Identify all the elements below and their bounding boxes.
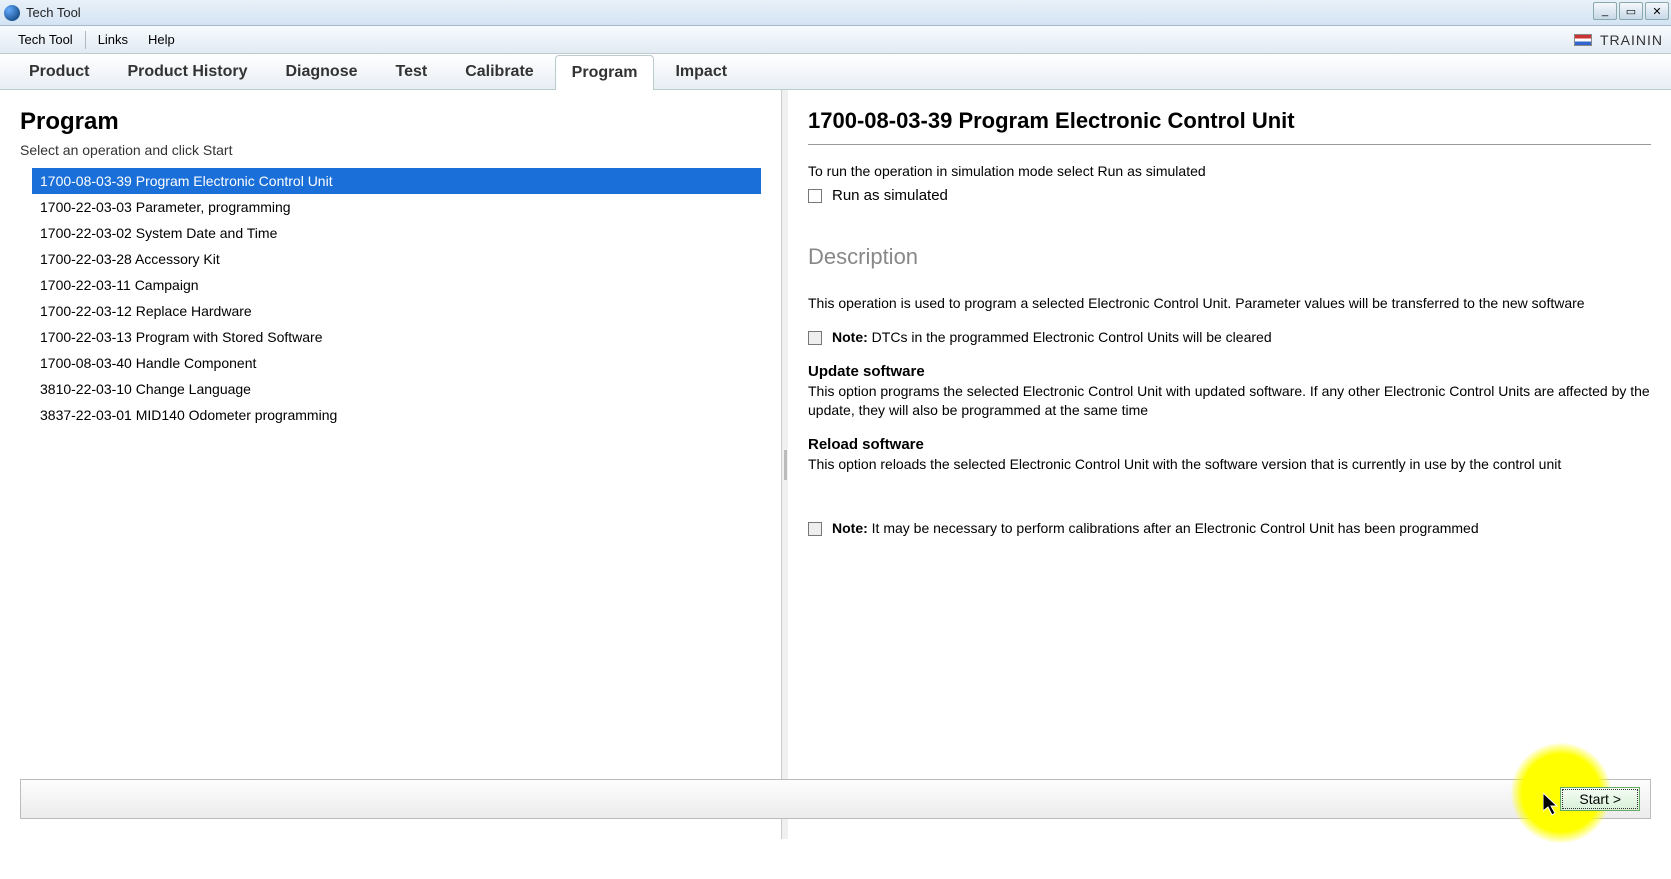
tab-test[interactable]: Test [378,54,444,89]
note-text: Note: DTCs in the programmed Electronic … [832,329,1272,345]
bottom-bar: Start > [20,779,1651,819]
description-para: This operation is used to program a sele… [808,294,1651,313]
reload-software-heading: Reload software [808,436,1651,453]
close-button[interactable]: ✕ [1645,2,1669,20]
language-flag-icon[interactable] [1574,34,1592,46]
menu-techtool[interactable]: Tech Tool [8,28,83,51]
window-controls: _ ▭ ✕ [1593,2,1669,20]
note-row-1: Note: DTCs in the programmed Electronic … [808,329,1651,345]
note-text: Note: It may be necessary to perform cal… [832,520,1479,536]
run-as-simulated-checkbox[interactable] [808,189,822,203]
run-as-simulated-row: Run as simulated [808,187,1651,204]
operation-item[interactable]: 1700-22-03-03 Parameter, programming [32,194,761,220]
detail-title: 1700-08-03-39 Program Electronic Control… [808,108,1651,145]
tab-product[interactable]: Product [12,54,106,89]
page-subtitle: Select an operation and click Start [20,142,761,158]
app-icon [4,5,20,21]
tab-diagnose[interactable]: Diagnose [268,54,374,89]
operation-item[interactable]: 3837-22-03-01 MID140 Odometer programmin… [32,402,761,428]
update-software-text: This option programs the selected Electr… [808,382,1651,420]
menu-help[interactable]: Help [138,28,185,51]
operation-item[interactable]: 1700-22-03-28 Accessory Kit [32,246,761,272]
titlebar: Tech Tool _ ▭ ✕ [0,0,1671,26]
page-title: Program [20,108,761,136]
menubar: Tech Tool Links Help TRAININ [0,26,1671,54]
operation-item[interactable]: 3810-22-03-10 Change Language [32,376,761,402]
note-icon [808,522,822,536]
sim-instruction: To run the operation in simulation mode … [808,163,1651,179]
note-row-2: Note: It may be necessary to perform cal… [808,520,1651,536]
description-heading: Description [808,244,1651,270]
note-icon [808,331,822,345]
run-as-simulated-label: Run as simulated [832,187,948,204]
maximize-button[interactable]: ▭ [1619,2,1643,20]
right-pane: 1700-08-03-39 Program Electronic Control… [788,90,1671,839]
menu-links[interactable]: Links [88,28,138,51]
left-pane: Program Select an operation and click St… [0,90,782,839]
operation-item[interactable]: 1700-22-03-11 Campaign [32,272,761,298]
minimize-button[interactable]: _ [1593,2,1617,20]
tab-program[interactable]: Program [555,55,655,90]
operation-item[interactable]: 1700-22-03-12 Replace Hardware [32,298,761,324]
tab-impact[interactable]: Impact [658,54,744,89]
start-button[interactable]: Start > [1560,787,1640,811]
reload-software-text: This option reloads the selected Electro… [808,455,1651,474]
operation-item[interactable]: 1700-08-03-39 Program Electronic Control… [32,168,761,194]
tabstrip: Product Product History Diagnose Test Ca… [0,54,1671,90]
tab-calibrate[interactable]: Calibrate [448,54,550,89]
main-content: Program Select an operation and click St… [0,90,1671,839]
operation-list: 1700-08-03-39 Program Electronic Control… [20,168,761,428]
update-software-heading: Update software [808,363,1651,380]
operation-item[interactable]: 1700-22-03-13 Program with Stored Softwa… [32,324,761,350]
menu-separator [85,31,86,49]
mode-label: TRAININ [1600,32,1663,48]
tab-product-history[interactable]: Product History [110,54,264,89]
operation-item[interactable]: 1700-08-03-40 Handle Component [32,350,761,376]
operation-item[interactable]: 1700-22-03-02 System Date and Time [32,220,761,246]
window-title: Tech Tool [26,5,81,20]
